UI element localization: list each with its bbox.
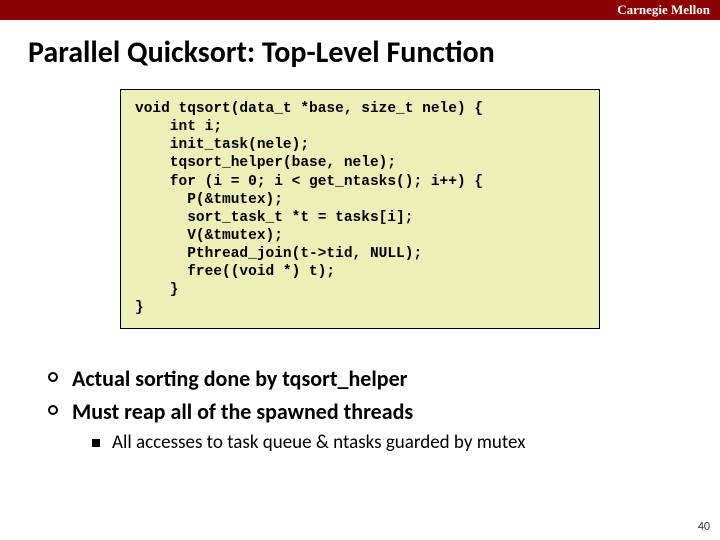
page-number: 40: [698, 520, 710, 534]
slide: Carnegie Mellon Parallel Quicksort: Top-…: [0, 0, 720, 540]
hollow-circle-icon: [48, 405, 58, 415]
slide-title: Parallel Quicksort: Top-Level Function: [0, 20, 720, 89]
header-bar: Carnegie Mellon: [0, 0, 720, 20]
bullet-item-1: Actual sorting done by tqsort_helper: [48, 365, 690, 392]
bullet-item-2: Must reap all of the spawned threads: [48, 398, 690, 425]
bullet-text: Must reap all of the spawned threads: [72, 398, 413, 425]
hollow-circle-icon: [48, 372, 58, 382]
bullet-text: Actual sorting done by tqsort_helper: [72, 365, 407, 392]
sub-bullet-text: All accesses to task queue & ntasks guar…: [112, 431, 525, 454]
sub-bullet-item: All accesses to task queue & ntasks guar…: [92, 431, 690, 454]
square-icon: [92, 439, 100, 447]
brand-label: Carnegie Mellon: [617, 2, 710, 18]
code-block: void tqsort(data_t *base, size_t nele) {…: [120, 89, 600, 329]
bullet-list: Actual sorting done by tqsort_helper Mus…: [0, 329, 720, 454]
